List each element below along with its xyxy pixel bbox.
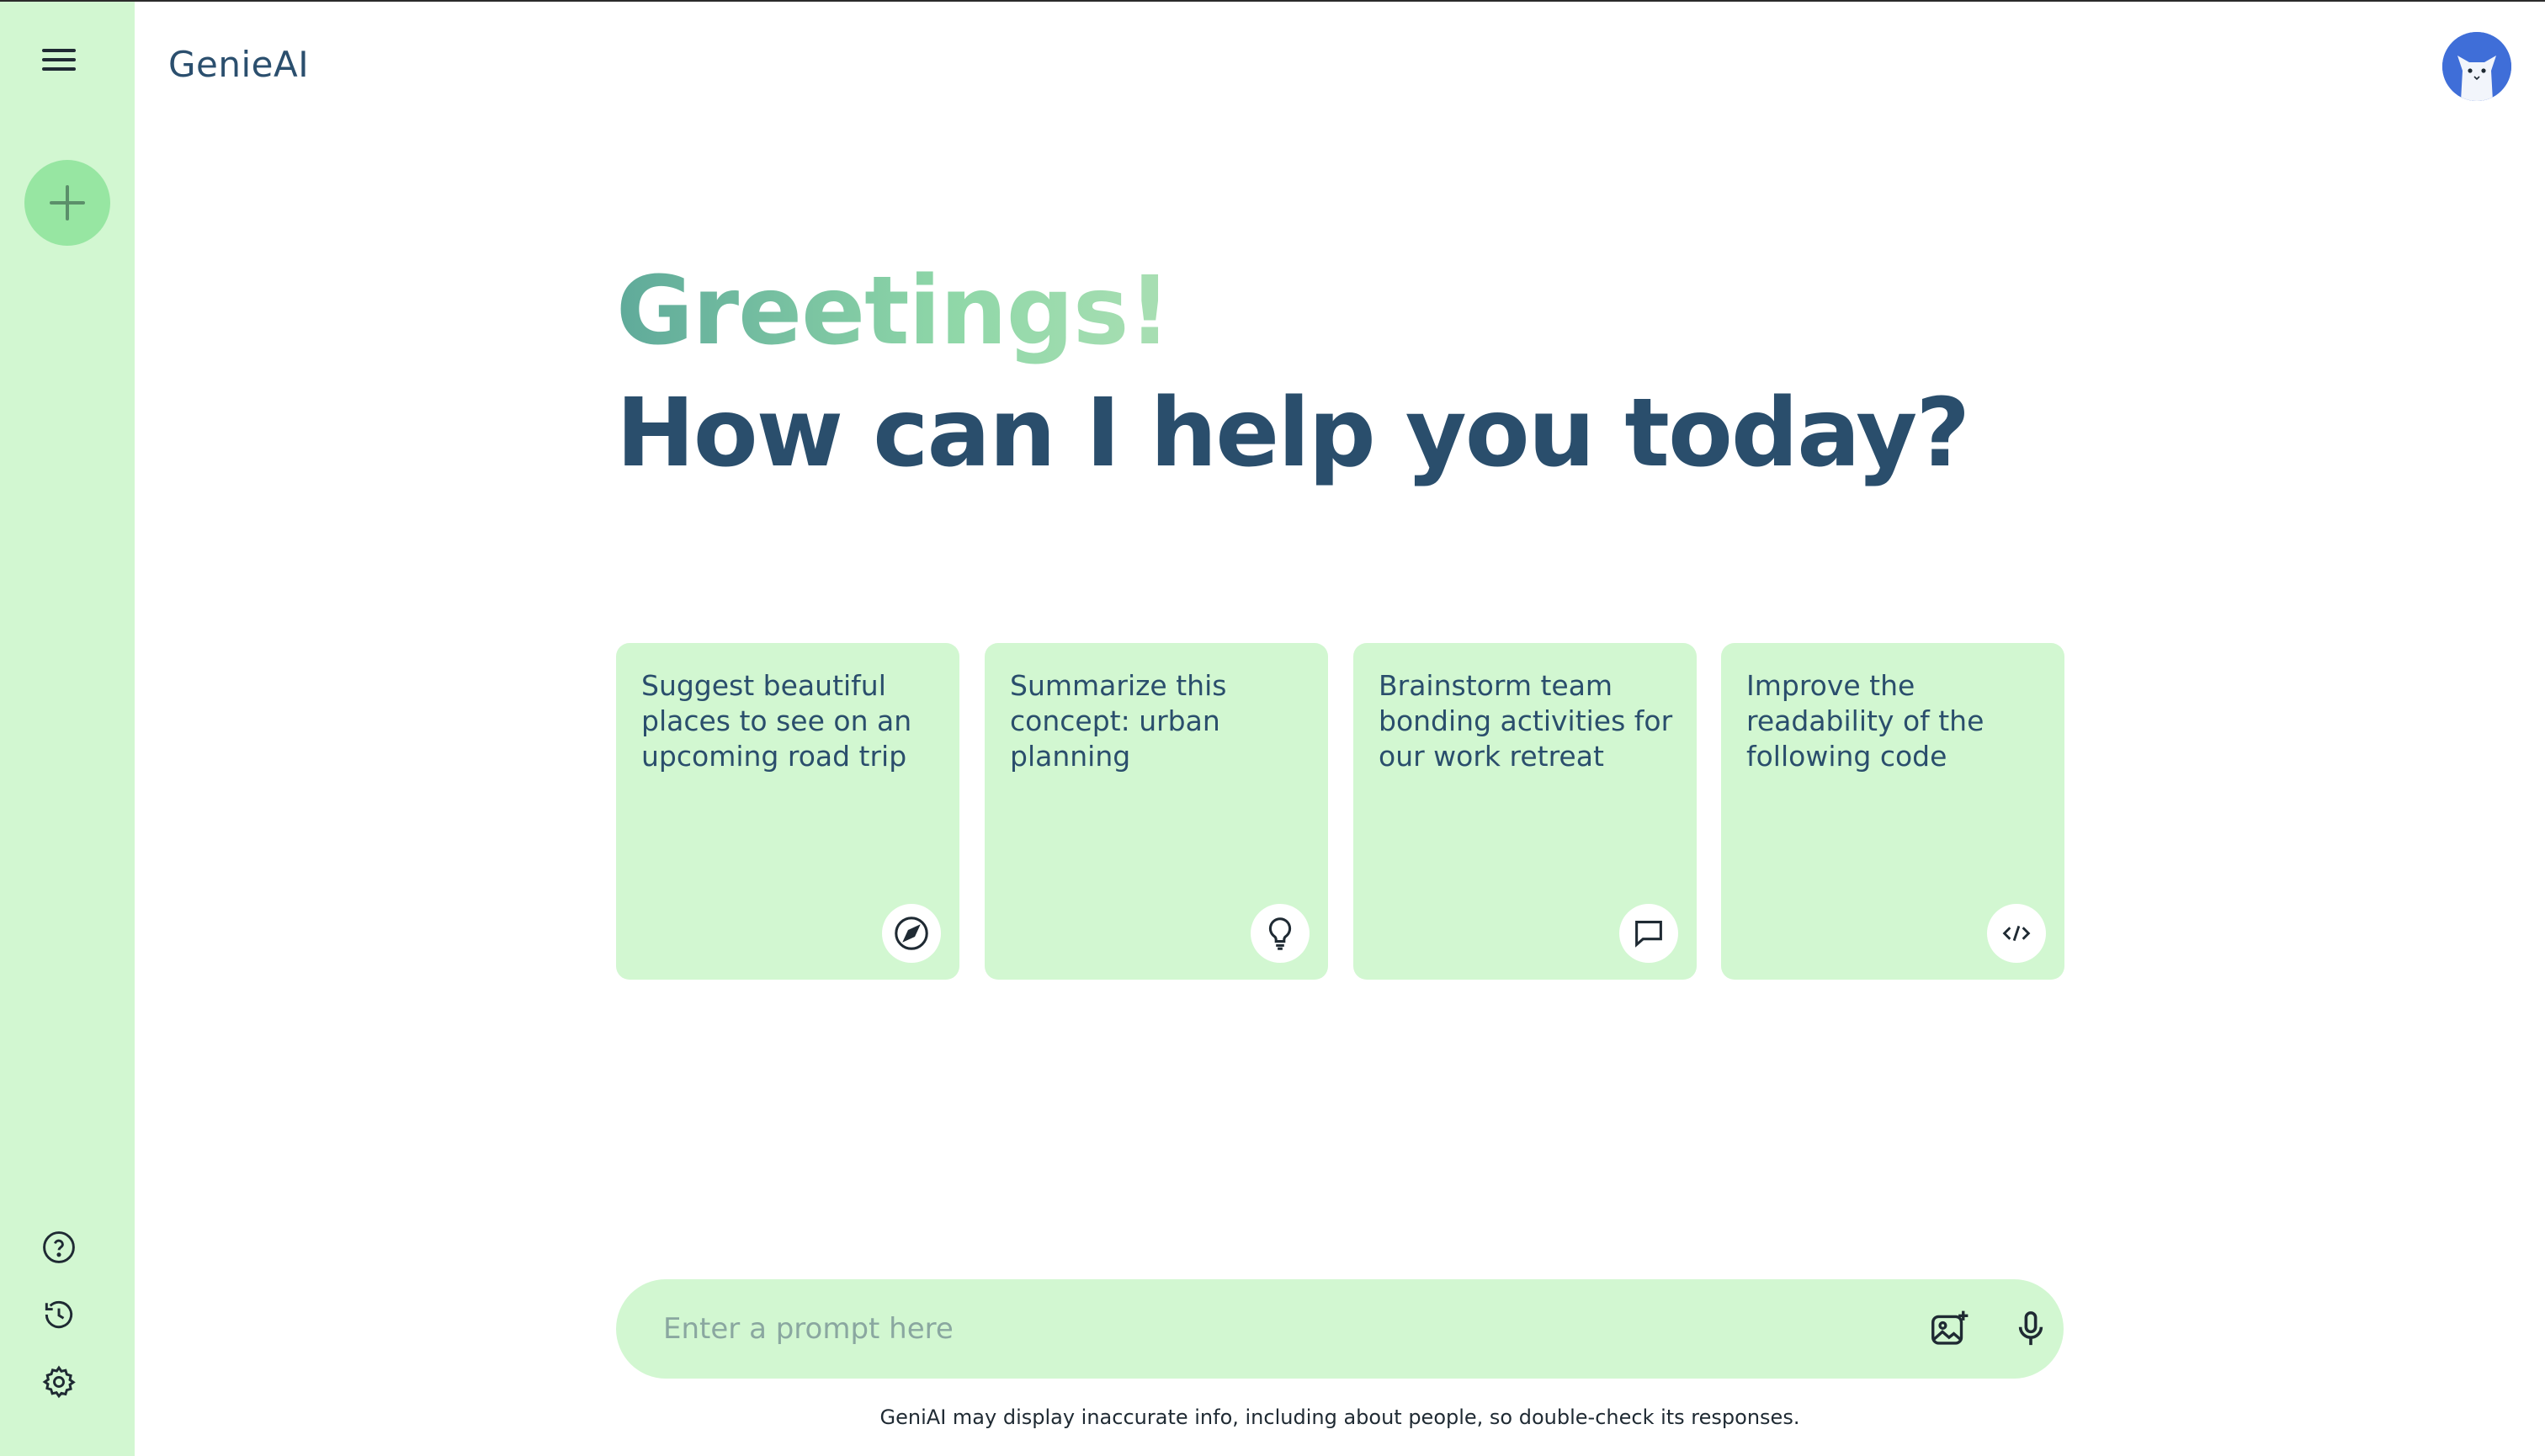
suggestion-card-team-bonding[interactable]: Brainstorm team bonding activities for o… xyxy=(1353,643,1697,980)
card-text: Improve the readability of the following… xyxy=(1746,669,1984,773)
chat-bubble-icon xyxy=(1619,904,1678,963)
card-text: Brainstorm team bonding activities for o… xyxy=(1379,669,1673,773)
prompt-input[interactable] xyxy=(663,1299,1841,1358)
greeting-title: Greetings! xyxy=(616,257,1172,366)
card-text: Suggest beautiful places to see on an up… xyxy=(641,669,912,773)
app-title: GenieAI xyxy=(168,44,310,85)
window-top-border xyxy=(0,0,2545,2)
help-icon[interactable] xyxy=(40,1229,77,1266)
lightbulb-icon xyxy=(1251,904,1310,963)
settings-icon[interactable] xyxy=(40,1363,77,1400)
microphone-icon[interactable] xyxy=(2008,1306,2054,1352)
sidebar xyxy=(0,2,135,1456)
user-avatar[interactable] xyxy=(2442,32,2511,101)
add-image-icon[interactable] xyxy=(1927,1306,1973,1352)
new-chat-button[interactable] xyxy=(24,160,110,246)
suggestion-card-code-readability[interactable]: Improve the readability of the following… xyxy=(1721,643,2064,980)
greeting-subtitle: How can I help you today? xyxy=(616,379,1970,488)
history-icon[interactable] xyxy=(40,1296,77,1333)
suggestion-card-urban-planning[interactable]: Summarize this concept: urban planning xyxy=(985,643,1328,980)
hamburger-menu-icon[interactable] xyxy=(42,49,76,74)
code-icon xyxy=(1987,904,2046,963)
disclaimer-text: GeniAI may display inaccurate info, incl… xyxy=(879,1406,1800,1429)
suggestion-card-road-trip[interactable]: Suggest beautiful places to see on an up… xyxy=(616,643,959,980)
card-text: Summarize this concept: urban planning xyxy=(1010,669,1227,773)
compass-icon xyxy=(882,904,941,963)
prompt-bar xyxy=(616,1279,2064,1379)
